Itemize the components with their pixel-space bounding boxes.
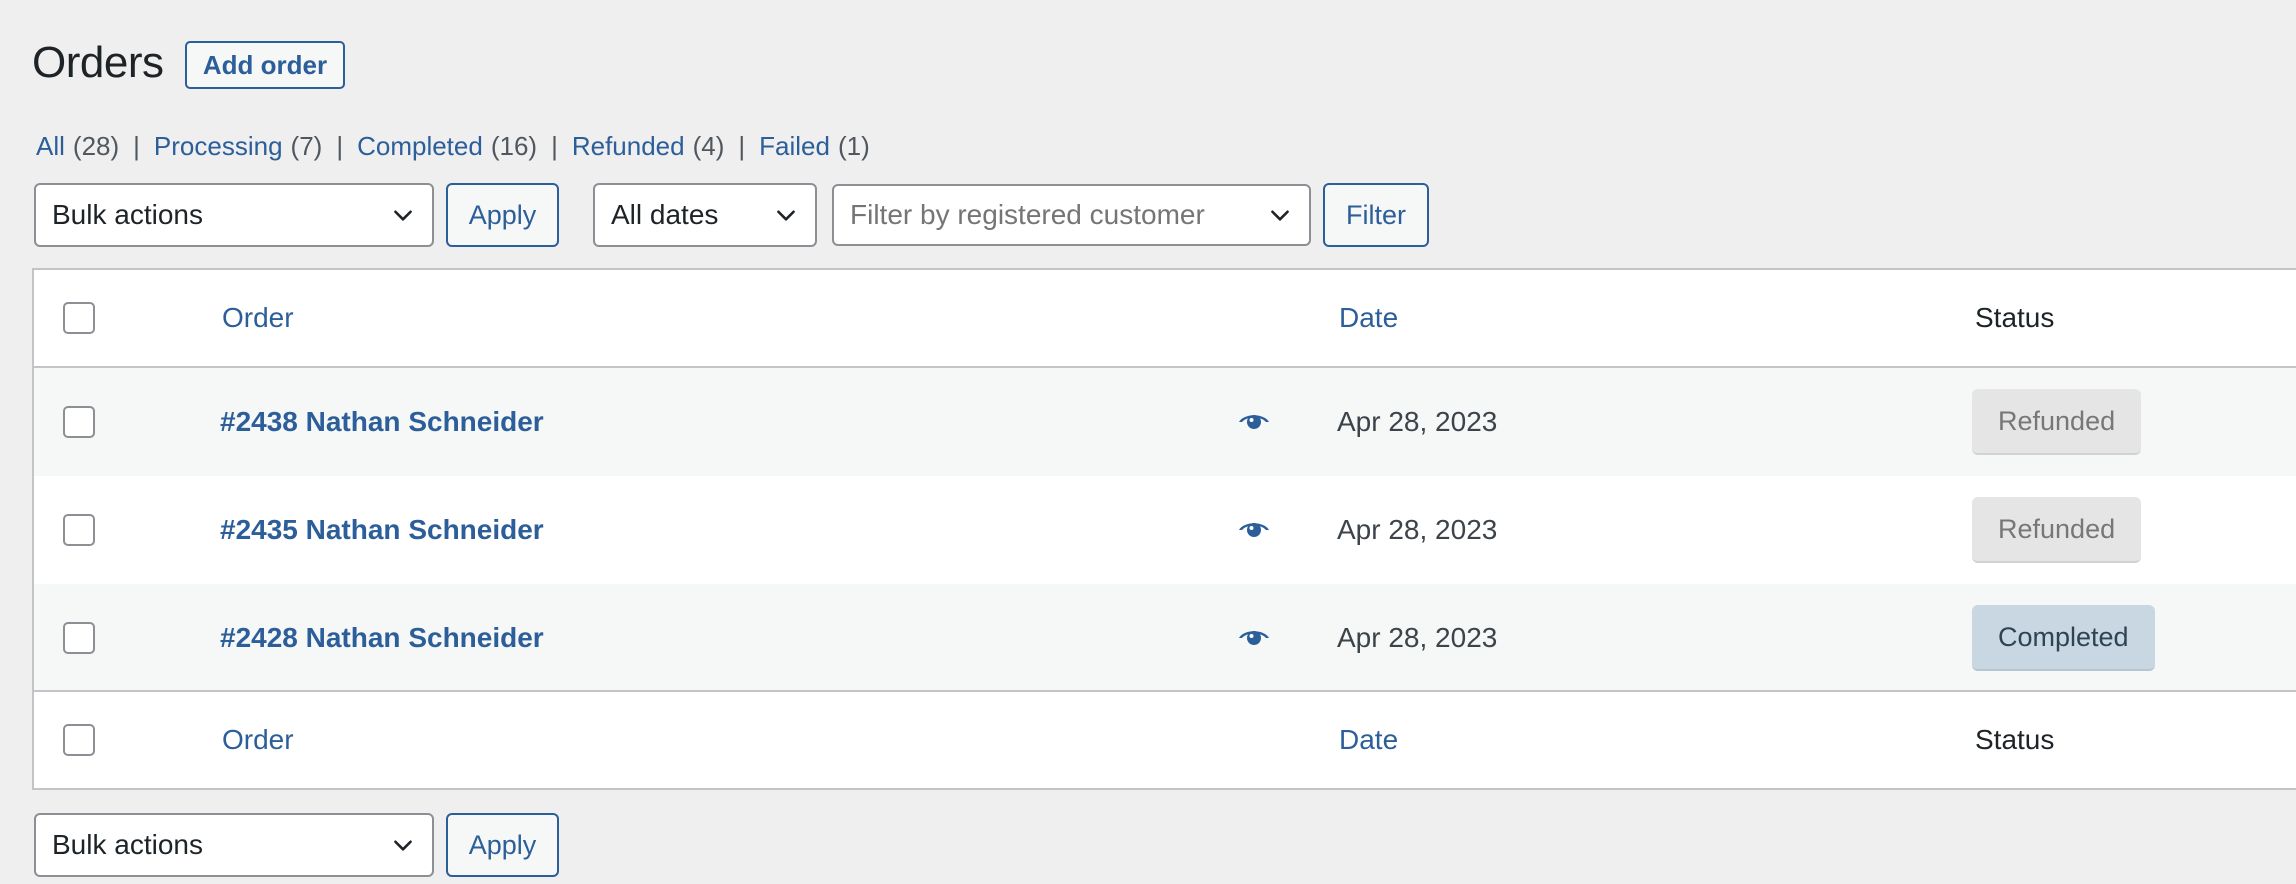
filter-separator: |: [336, 131, 344, 161]
select-all-checkbox[interactable]: [63, 302, 95, 334]
order-date: Apr 28, 2023: [1337, 514, 1498, 545]
table-row[interactable]: #2428 Nathan Schneider Apr 28, 2023 Comp…: [34, 584, 2296, 692]
chevron-down-icon: [394, 840, 412, 851]
order-link[interactable]: #2435 Nathan Schneider: [220, 514, 544, 546]
status-badge: Refunded: [1972, 389, 2142, 455]
chevron-down-icon: [394, 210, 412, 221]
customer-filter-placeholder: Filter by registered customer: [850, 199, 1205, 230]
filter-button[interactable]: Filter: [1323, 183, 1429, 247]
bulk-actions-select-bottom[interactable]: Bulk actions: [34, 813, 434, 877]
bulk-actions-select[interactable]: Bulk actions: [34, 183, 434, 247]
order-date: Apr 28, 2023: [1337, 622, 1498, 653]
eye-icon[interactable]: [1238, 518, 1270, 540]
row-checkbox[interactable]: [63, 514, 95, 546]
page-title: Orders: [32, 38, 164, 87]
dates-value: All dates: [611, 199, 719, 230]
filter-failed-link[interactable]: Failed: [759, 131, 830, 162]
column-header-order[interactable]: Order: [222, 302, 294, 334]
filter-separator: |: [551, 131, 558, 161]
filter-completed-link[interactable]: Completed: [357, 131, 483, 162]
status-filter-nav: All (28) | Processing (7) | Completed (1…: [36, 131, 870, 162]
filter-refunded-count: (4): [692, 131, 725, 161]
filter-processing-link[interactable]: Processing: [154, 131, 283, 162]
chevron-down-icon: [1271, 210, 1289, 221]
table-header-row: Order Date Status: [34, 270, 2296, 368]
apply-button[interactable]: Apply: [446, 183, 559, 247]
filter-separator: |: [133, 131, 140, 161]
filter-refunded-link[interactable]: Refunded: [572, 131, 685, 162]
bulk-actions-value-bottom: Bulk actions: [52, 829, 203, 860]
filter-processing-count: (7): [290, 131, 323, 161]
apply-button-bottom[interactable]: Apply: [446, 813, 559, 877]
column-header-status: Status: [1975, 302, 2055, 333]
order-link[interactable]: #2438 Nathan Schneider: [220, 406, 544, 438]
row-checkbox[interactable]: [63, 622, 95, 654]
table-row[interactable]: #2435 Nathan Schneider Apr 28, 2023 Refu…: [34, 476, 2296, 584]
filter-separator: |: [738, 131, 746, 161]
eye-icon[interactable]: [1238, 626, 1270, 648]
column-footer-status: Status: [1975, 724, 2055, 755]
filter-all-link[interactable]: All: [36, 131, 65, 162]
status-badge: Completed: [1972, 605, 2155, 671]
column-footer-date[interactable]: Date: [1339, 724, 1398, 756]
bulk-actions-value: Bulk actions: [52, 199, 203, 230]
table-footer-row: Order Date Status: [34, 690, 2296, 788]
select-all-checkbox-footer[interactable]: [63, 724, 95, 756]
filter-failed-count: (1): [837, 131, 870, 161]
row-checkbox[interactable]: [63, 406, 95, 438]
customer-filter-select[interactable]: Filter by registered customer: [832, 184, 1311, 246]
dates-select[interactable]: All dates: [593, 183, 817, 247]
column-header-date[interactable]: Date: [1339, 302, 1398, 334]
eye-icon[interactable]: [1238, 410, 1270, 432]
status-badge: Refunded: [1972, 497, 2142, 563]
table-row[interactable]: #2438 Nathan Schneider Apr 28, 2023 Refu…: [34, 368, 2296, 476]
add-order-button[interactable]: Add order: [185, 41, 345, 89]
orders-table: Order Date Status #2438 Nathan Schneider…: [32, 268, 2296, 790]
order-link[interactable]: #2428 Nathan Schneider: [220, 622, 544, 654]
order-date: Apr 28, 2023: [1337, 406, 1498, 437]
filter-completed-count: (16): [490, 131, 538, 161]
column-footer-order[interactable]: Order: [222, 724, 294, 756]
chevron-down-icon: [777, 210, 795, 221]
filter-all-count: (28): [72, 131, 120, 161]
